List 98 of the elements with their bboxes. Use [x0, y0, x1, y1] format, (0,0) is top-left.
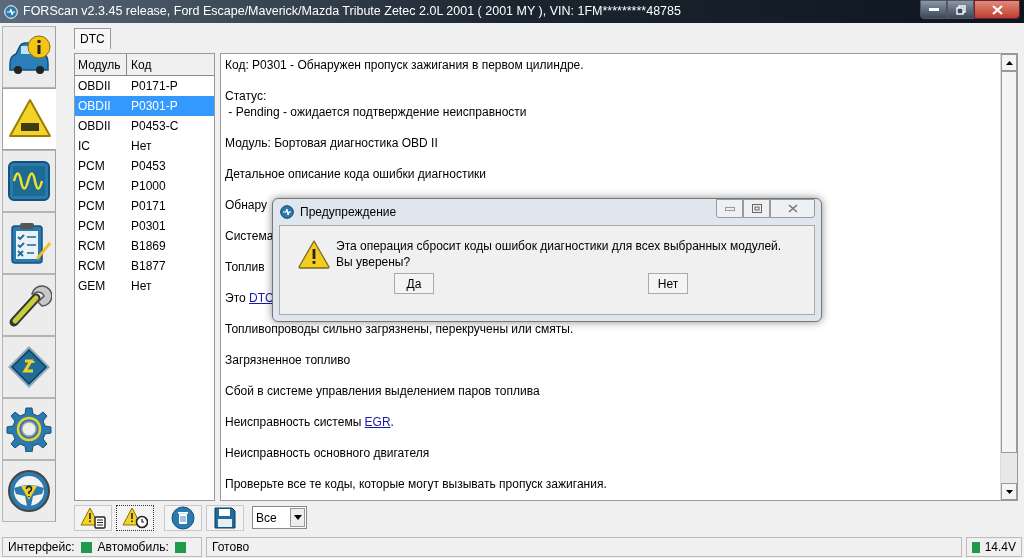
sidebar-button[interactable] [2, 26, 56, 88]
oscilloscope-icon [6, 158, 52, 204]
dialog-message: Вы уверены? [336, 254, 412, 269]
minimize-button[interactable] [920, 0, 947, 19]
status-message: Готово [212, 539, 250, 556]
code-cell-text: Нет [130, 278, 153, 295]
dtc-row[interactable]: IC Нет [75, 136, 214, 156]
column-header[interactable]: Код [127, 54, 214, 76]
sidebar-button[interactable] [2, 212, 56, 274]
dtc-row[interactable]: PCM P0301 [75, 216, 214, 236]
code-cell-text: B1877 [130, 258, 167, 275]
steering-wheel-help-icon [6, 468, 52, 514]
app-icon [4, 4, 18, 19]
detail-text: Неисправность основного двигателя [225, 445, 430, 462]
module-cell-text: RCM [77, 238, 107, 255]
close-icon [787, 204, 798, 213]
dtc-row[interactable]: GEM Нет [75, 276, 214, 296]
dtc-row[interactable]: PCM P0171 [75, 196, 214, 216]
detail-text: Статус: [225, 88, 267, 105]
module-cell-text: GEM [77, 278, 107, 295]
minimize-icon [928, 7, 939, 12]
restore-icon [751, 204, 762, 213]
detail-text: Детальное описание кода ошибки диагностики [225, 166, 487, 183]
column-header[interactable]: Модуль [75, 54, 127, 76]
link[interactable]: DTC [249, 289, 274, 307]
warning-clock-icon [122, 506, 148, 529]
dialog-button[interactable]: Да [394, 273, 434, 294]
code-cell-text: B1869 [130, 238, 167, 255]
detail-text: . [390, 414, 394, 431]
gear-icon [6, 406, 52, 452]
module-cell-text: OBDII [77, 118, 112, 135]
warning-icon [298, 240, 330, 269]
restore-button[interactable] [743, 199, 770, 218]
sidebar-button[interactable] [2, 88, 56, 150]
trash-icon [171, 505, 195, 530]
code-cell-text: P0453 [130, 158, 167, 175]
chip-icon [6, 344, 52, 390]
code-cell-text: P0453-C [130, 118, 180, 135]
module-cell-text: PCM [77, 198, 106, 215]
filter-dropdown[interactable]: Все [252, 506, 307, 529]
dropdown-arrow-icon [293, 515, 302, 520]
code-cell-text: P0301 [130, 218, 167, 235]
code-cell-text: Нет [130, 138, 153, 155]
dtc-row[interactable]: PCM P1000 [75, 176, 214, 196]
detail-text: Загрязненное топливо [225, 352, 351, 369]
dtc-row[interactable]: PCM P0453 [75, 156, 214, 176]
module-cell-text: IC [77, 138, 91, 155]
module-cell-text: OBDII [77, 78, 112, 95]
dialog-message: Эта операция сбросит коды ошибок диагностики для всех выбранных модулей. [336, 238, 782, 253]
app-icon [280, 205, 294, 219]
dialog-button[interactable]: Нет [648, 273, 688, 294]
restore-icon [955, 4, 966, 15]
code-cell-text: P0301-P [130, 98, 179, 115]
detail-text: Код: P0301 - Обнаружен пропуск зажигания в первом цилиндре. [225, 57, 584, 74]
close-button[interactable] [974, 0, 1020, 19]
minimize-icon [724, 206, 735, 211]
restore-button[interactable] [947, 0, 974, 19]
sidebar-button[interactable] [2, 150, 56, 212]
detail-text: Обнару [225, 197, 268, 214]
detail-text: Неисправность системы [225, 414, 363, 431]
module-cell-text: PCM [77, 218, 106, 235]
scrollbar[interactable] [1000, 54, 1017, 500]
tab[interactable]: DTC [74, 28, 111, 49]
scroll-down-icon [1005, 489, 1013, 494]
sidebar-button[interactable] [2, 274, 56, 336]
warning-document-icon [80, 506, 106, 529]
dtc-row[interactable]: OBDII P0171-P [75, 76, 214, 96]
voltage-reading: 14.4V [984, 539, 1016, 556]
window-title: FORScan v2.3.45 release, Ford Escape/Maverick/Mazda Tribute Zetec 2.0L 2001 ( 2001 MY ), VIN: 1FM*********48785 [23, 3, 681, 21]
module-cell-text: OBDII [77, 98, 112, 115]
status-label: Автомобиль: [97, 539, 169, 556]
sidebar-button[interactable] [2, 398, 56, 460]
toolbar-button[interactable] [116, 504, 154, 531]
detail-text: - Pending - ожидается подтверждение неисправности [227, 104, 527, 121]
dtc-row[interactable]: RCM B1869 [75, 236, 214, 256]
link[interactable]: EGR [364, 413, 391, 431]
dtc-row[interactable]: OBDII P0453-C [75, 116, 214, 136]
detail-text: Это [225, 290, 247, 307]
sidebar-button[interactable] [2, 460, 56, 522]
code-cell-text: P0171 [130, 198, 167, 215]
detail-text: Сбой в системе управления выделением паров топлива [225, 383, 540, 400]
detail-text: Проверьте все те коды, которые могут вызывать пропуск зажигания. [225, 476, 607, 493]
code-cell-text: P1000 [130, 178, 167, 195]
scroll-thumb[interactable] [1001, 71, 1017, 453]
module-cell-text: RCM [77, 258, 107, 275]
dialog-title: Предупреждение [300, 204, 397, 221]
module-cell-text: PCM [77, 158, 106, 175]
detail-text: Система [225, 228, 274, 245]
code-cell-text: P0171-P [130, 78, 179, 95]
module-cell-text: PCM [77, 178, 106, 195]
sidebar-button[interactable] [2, 336, 56, 398]
dtc-row[interactable]: RCM B1877 [75, 256, 214, 276]
detail-text: Топлив [225, 259, 265, 276]
detail-text: Модуль: Бортовая диагностика OBD II [225, 135, 438, 152]
scroll-up-icon [1005, 60, 1013, 65]
close-icon [991, 4, 1003, 15]
status-label: Интерфейс: [8, 539, 75, 556]
detail-text: Топливопроводы сильно загрязнены, перекручены или смяты. [225, 321, 574, 338]
